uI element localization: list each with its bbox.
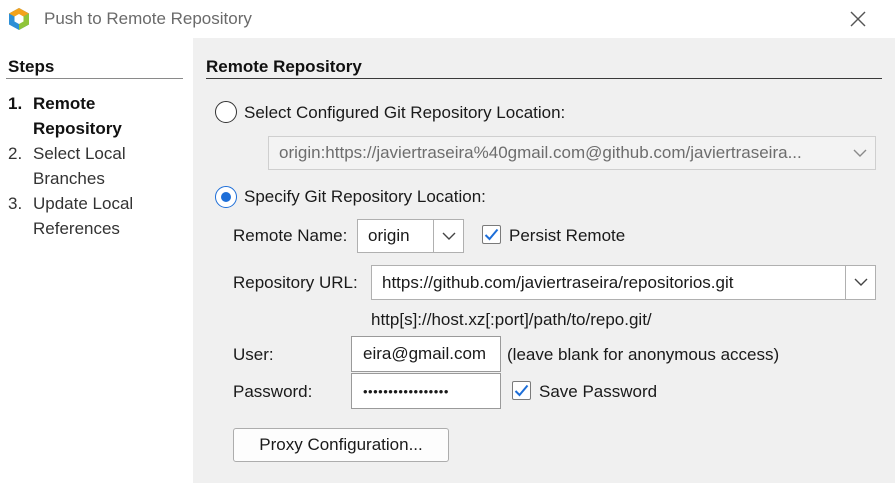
step-remote-repository: 1. Remote Repository xyxy=(8,91,188,141)
window-title: Push to Remote Repository xyxy=(44,9,252,28)
step-number: 3. xyxy=(8,194,23,213)
close-icon xyxy=(850,11,866,27)
repository-url-hint: http[s]://host.xz[:port]/path/to/repo.gi… xyxy=(371,310,652,329)
persist-remote-label: Persist Remote xyxy=(509,226,626,245)
password-value: ••••••••••••••••• xyxy=(363,383,449,399)
close-button[interactable] xyxy=(844,5,872,33)
configured-location-label: Select Configured Git Repository Locatio… xyxy=(244,103,566,122)
user-value: eira@gmail.com xyxy=(363,344,487,363)
step-select-local-branches: 2. Select Local Branches xyxy=(8,141,188,191)
step-label: Remote Repository xyxy=(33,94,122,138)
user-input[interactable]: eira@gmail.com xyxy=(351,336,501,372)
steps-panel: Steps 1. Remote Repository 2. Select Loc… xyxy=(0,38,193,483)
checkmark-icon xyxy=(514,384,529,397)
step-label: Update Local References xyxy=(33,194,134,238)
repository-url-value[interactable]: https://github.com/javiertraseira/reposi… xyxy=(372,273,845,293)
steps-list: 1. Remote Repository 2. Select Local Bra… xyxy=(8,91,188,241)
password-label: Password: xyxy=(233,382,313,401)
user-hint: (leave blank for anonymous access) xyxy=(507,345,780,364)
persist-remote-checkbox[interactable] xyxy=(482,225,501,244)
specify-location-label: Specify Git Repository Location: xyxy=(244,187,486,206)
remote-repository-panel: Remote Repository Select Configured Git … xyxy=(193,38,895,483)
repository-url-field[interactable]: https://github.com/javiertraseira/reposi… xyxy=(371,265,876,300)
step-number: 1. xyxy=(8,94,23,113)
panel-divider xyxy=(206,78,882,79)
configured-location-radio[interactable] xyxy=(215,101,237,123)
repository-url-label: Repository URL: xyxy=(233,273,358,292)
title-bar: Push to Remote Repository xyxy=(0,0,895,38)
save-password-label: Save Password xyxy=(539,382,658,401)
specify-location-radio[interactable] xyxy=(215,186,237,208)
step-number: 2. xyxy=(8,144,23,163)
remote-name-select[interactable]: origin xyxy=(357,219,464,253)
configured-location-value: origin:https://javiertraseira%40gmail.co… xyxy=(279,143,802,162)
password-input[interactable]: ••••••••••••••••• xyxy=(351,373,501,409)
chevron-down-icon xyxy=(845,137,875,169)
step-update-local-references: 3. Update Local References xyxy=(8,191,188,241)
user-label: User: xyxy=(233,345,274,364)
steps-divider xyxy=(6,78,183,79)
panel-heading: Remote Repository xyxy=(206,57,362,76)
remote-name-label: Remote Name: xyxy=(233,226,348,245)
step-label: Select Local Branches xyxy=(33,144,126,188)
remote-name-value: origin xyxy=(368,226,410,245)
checkmark-icon xyxy=(484,228,499,241)
configured-location-select[interactable]: origin:https://javiertraseira%40gmail.co… xyxy=(268,136,876,170)
steps-heading: Steps xyxy=(8,57,55,76)
proxy-configuration-button[interactable]: Proxy Configuration... xyxy=(233,428,449,462)
chevron-down-icon[interactable] xyxy=(433,220,463,252)
save-password-checkbox[interactable] xyxy=(512,381,531,400)
chevron-down-icon[interactable] xyxy=(845,266,875,299)
netbeans-cube-icon xyxy=(9,8,29,30)
